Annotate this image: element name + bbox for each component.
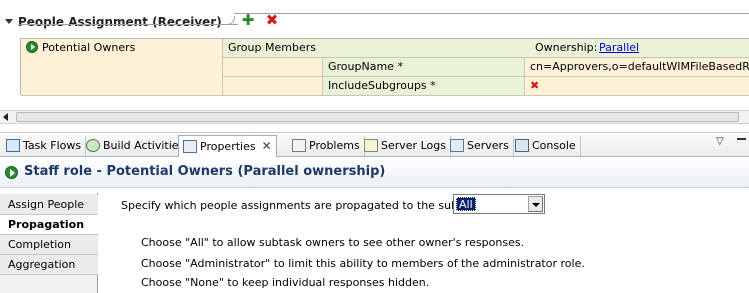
section-divider-line xyxy=(234,13,749,14)
tab-servers[interactable]: Servers xyxy=(446,136,514,156)
problems-icon xyxy=(292,139,306,152)
task-flows-icon xyxy=(6,139,20,152)
close-icon[interactable]: ✕ xyxy=(262,139,272,153)
tab-label: Servers xyxy=(467,139,509,152)
tab-build-activities[interactable]: Build Activities xyxy=(82,136,190,156)
properties-side-tabs: Assign People Propagation Completion Agg… xyxy=(0,193,99,293)
scroll-left-arrow-icon[interactable] xyxy=(3,113,8,121)
properties-title: Staff role - Potential Owners (Parallel … xyxy=(24,164,386,179)
note-administrator: Choose "Administrator" to limit this abi… xyxy=(141,257,585,270)
note-all: Choose "All" to allow subtask owners to … xyxy=(141,236,525,249)
views-tab-bar: Task Flows Build Activities Properties ✕ … xyxy=(0,132,749,158)
delete-x-icon[interactable]: ✖ xyxy=(264,12,280,28)
console-icon xyxy=(515,139,529,152)
collapse-twisty-icon[interactable] xyxy=(5,19,13,24)
param-value-cell[interactable]: ✖ xyxy=(525,77,749,96)
tab-properties[interactable]: Properties ✕ xyxy=(178,135,277,158)
section-divider-curve xyxy=(205,16,235,25)
group-members-cell[interactable]: Group Members Ownership: Parallel xyxy=(223,39,749,58)
false-x-icon: ✖ xyxy=(530,79,540,92)
tab-label: Console xyxy=(532,139,576,152)
people-assignment-grid: Potential Owners Group Members Ownership… xyxy=(20,38,749,96)
servers-icon xyxy=(450,139,464,152)
propagation-select-value: All xyxy=(456,197,476,211)
staff-role-icon xyxy=(26,41,38,53)
tab-label: Properties xyxy=(200,140,256,153)
ownership-label: Ownership: xyxy=(535,41,598,54)
section-title: People Assignment (Receiver) xyxy=(18,15,222,29)
potential-owners-label: Potential Owners xyxy=(42,41,136,54)
note-none: Choose "None" to keep individual respons… xyxy=(141,276,430,289)
tab-console[interactable]: Console xyxy=(511,136,581,156)
tab-problems[interactable]: Problems xyxy=(288,136,365,156)
server-logs-icon xyxy=(364,139,378,152)
tab-label: Problems xyxy=(309,139,360,152)
view-menu-icon[interactable]: ▽ xyxy=(716,137,726,147)
tab-label: Server Logs xyxy=(381,139,446,152)
tab-server-logs[interactable]: Server Logs xyxy=(360,136,451,156)
plus-icon[interactable]: ✚ xyxy=(240,12,256,28)
chevron-down-icon[interactable] xyxy=(528,196,543,212)
empty-cell xyxy=(223,77,323,96)
side-tab-assign-people[interactable]: Assign People xyxy=(0,195,98,215)
minimize-icon[interactable] xyxy=(737,138,746,141)
properties-icon xyxy=(183,140,197,153)
propagation-select[interactable]: All xyxy=(453,194,545,214)
horizontal-scrollbar[interactable] xyxy=(0,110,749,124)
staff-role-icon xyxy=(5,166,18,179)
side-tab-aggregation[interactable]: Aggregation xyxy=(0,255,98,275)
side-tab-propagation[interactable]: Propagation xyxy=(0,215,99,235)
tab-label: Build Activities xyxy=(103,139,185,152)
tab-task-flows[interactable]: Task Flows xyxy=(2,136,87,156)
scrollbar-thumb[interactable] xyxy=(16,112,739,122)
param-name-cell[interactable]: GroupName * xyxy=(323,58,525,77)
potential-owners-cell[interactable]: Potential Owners xyxy=(21,39,223,96)
ownership-link[interactable]: Parallel xyxy=(599,41,639,55)
side-tab-completion[interactable]: Completion xyxy=(0,235,98,255)
group-members-label: Group Members xyxy=(228,41,316,54)
properties-header: Staff role - Potential Owners (Parallel … xyxy=(0,157,749,188)
param-value-cell[interactable]: cn=Approvers,o=defaultWIMFileBasedRealm xyxy=(525,58,749,77)
propagation-instruction: Specify which people assignments are pro… xyxy=(121,199,491,212)
tab-label: Task Flows xyxy=(23,139,82,152)
param-name-cell[interactable]: IncludeSubgroups * xyxy=(323,77,525,96)
build-activities-icon xyxy=(86,139,100,152)
empty-cell xyxy=(223,58,323,77)
